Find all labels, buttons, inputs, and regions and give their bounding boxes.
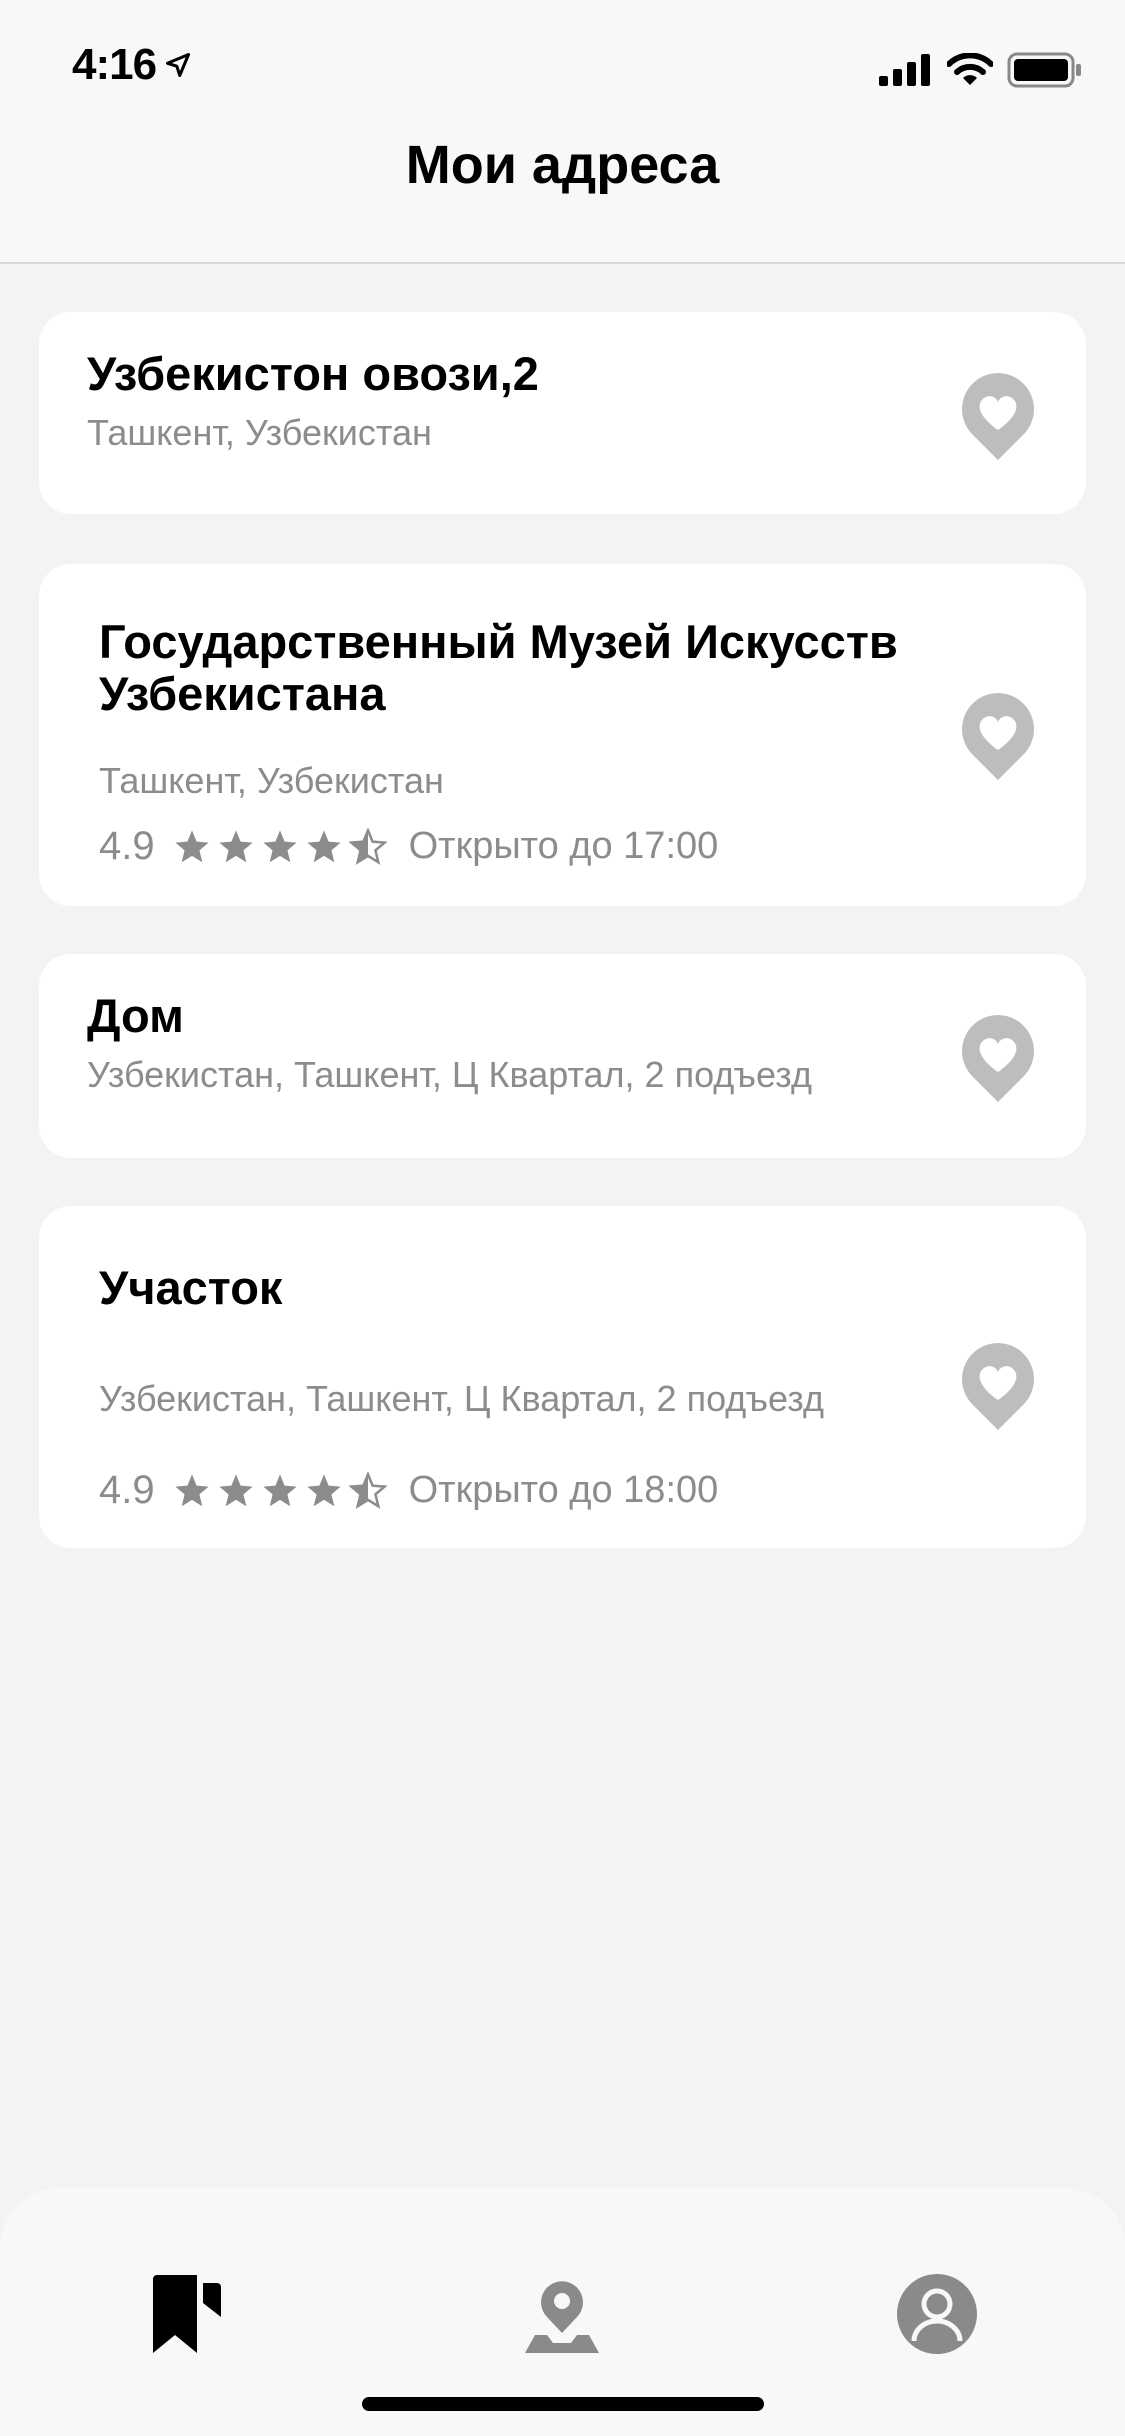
address-subtitle: Ташкент, Узбекистан	[99, 760, 444, 801]
star-icon	[262, 1473, 297, 1506]
location-arrow-icon	[166, 52, 191, 78]
address-title: Узбекистон овози,2	[87, 347, 539, 400]
favorite-button[interactable]	[958, 370, 1038, 462]
favorite-button[interactable]	[958, 1012, 1038, 1104]
tab-map[interactable]	[512, 2264, 612, 2364]
half-star-icon	[348, 1471, 387, 1509]
heart-pin-icon	[962, 1015, 1034, 1102]
address-card[interactable]: Дом Узбекистан, Ташкент, Ц Квартал, 2 по…	[39, 954, 1086, 1158]
star-icon	[262, 829, 297, 862]
heart-pin-icon	[962, 693, 1034, 780]
favorite-button[interactable]	[958, 1340, 1038, 1432]
star-rating	[173, 1471, 387, 1510]
tab-saved-addresses[interactable]	[137, 2264, 237, 2364]
address-title: Участок	[99, 1261, 283, 1314]
address-subtitle: Узбекистан, Ташкент, Ц Квартал, 2 подъез…	[87, 1054, 812, 1095]
star-rating	[173, 827, 387, 866]
tab-profile[interactable]	[887, 2264, 987, 2364]
half-star-icon	[348, 827, 387, 865]
opening-hours: Открыто до 17:00	[408, 825, 719, 867]
map-pin-icon	[525, 2281, 599, 2353]
address-title: Государственный Музей Искусств Узбекиста…	[99, 615, 898, 720]
heart-pin-icon	[962, 373, 1034, 460]
address-card[interactable]: Участок Узбекистан, Ташкент, Ц Квартал, …	[39, 1206, 1086, 1548]
address-subtitle: Ташкент, Узбекистан	[87, 412, 432, 453]
star-icon	[306, 829, 341, 862]
cellular-signal-icon	[879, 54, 930, 86]
address-card[interactable]: Государственный Музей Искусств Узбекиста…	[39, 564, 1086, 906]
page-title: Мои адреса	[405, 135, 720, 195]
nav-header: Мои адреса	[0, 132, 1125, 264]
home-indicator	[362, 2397, 764, 2411]
bookmark-icon	[153, 2275, 221, 2353]
address-title: Дом	[87, 989, 184, 1042]
favorite-button[interactable]	[958, 690, 1038, 782]
rating-value: 4.9	[99, 824, 155, 868]
star-icon	[306, 1473, 341, 1506]
address-subtitle: Узбекистан, Ташкент, Ц Квартал, 2 подъез…	[99, 1378, 824, 1419]
opening-hours: Открыто до 18:00	[408, 1469, 719, 1511]
heart-pin-icon	[962, 1343, 1034, 1430]
rating-row: 4.9 Открыто до 17:00	[99, 824, 718, 869]
address-card[interactable]: Узбекистон овози,2 Ташкент, Узбекистан	[39, 312, 1086, 514]
star-icon	[174, 1473, 209, 1506]
profile-icon	[897, 2274, 977, 2354]
rating-row: 4.9 Открыто до 18:00	[99, 1468, 718, 1513]
wifi-icon	[947, 53, 993, 85]
status-time: 4:16	[72, 40, 157, 89]
star-icon	[174, 829, 209, 862]
star-icon	[218, 1473, 253, 1506]
star-icon	[218, 829, 253, 862]
status-bar: 4:16	[0, 0, 1125, 132]
battery-icon	[1007, 52, 1081, 88]
rating-value: 4.9	[99, 1468, 155, 1512]
